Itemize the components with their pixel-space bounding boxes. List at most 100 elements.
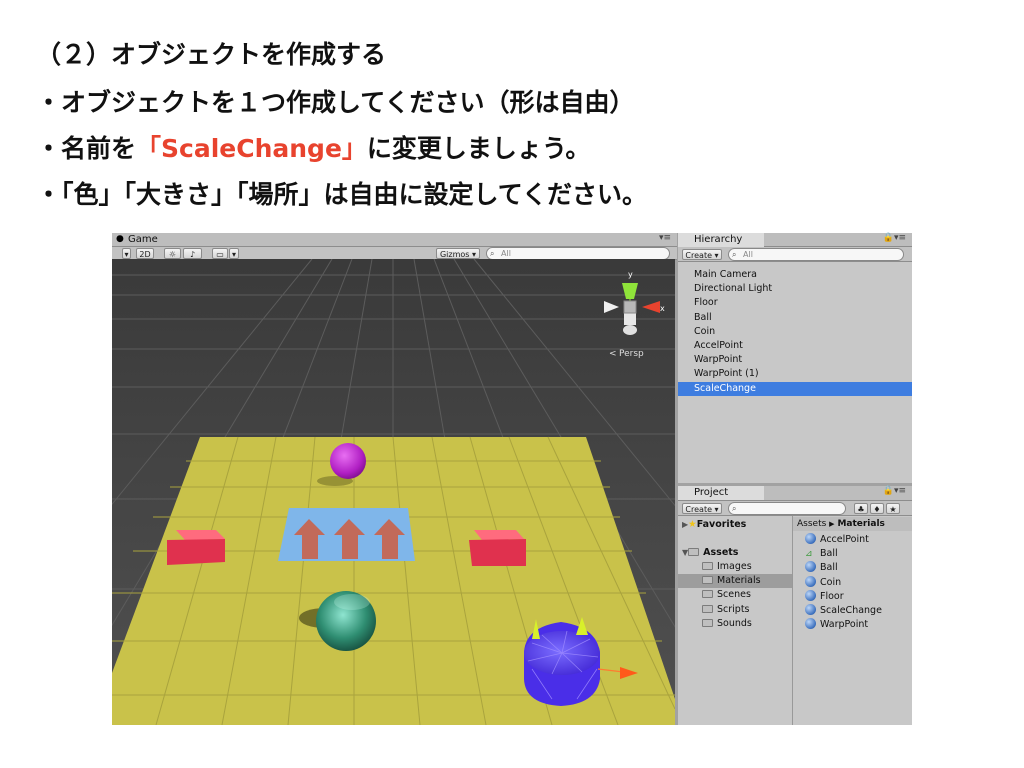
hierarchy-tab-bar: ☰ Hierarchy 🔒▾≡ <box>678 233 912 247</box>
hierarchy-create-button[interactable]: Create ▾ <box>682 249 722 260</box>
folder-item-materials[interactable]: Materials <box>678 574 792 588</box>
project-panel: ▤ Project 🔒▾≡ Create ▾ ⌕ ♣ ♦ ★ ▶★Favorit… <box>678 486 912 725</box>
material-item-ball-physic[interactable]: ⊿ Ball <box>805 547 838 561</box>
gizmos-button[interactable]: Gizmos ▾ <box>436 248 480 259</box>
perspective-chevron-icon: < <box>609 349 617 359</box>
game-tab[interactable]: Game <box>112 233 158 247</box>
gizmos-label: Gizmos <box>439 250 470 259</box>
project-tab-bar: ▤ Project 🔒▾≡ <box>678 486 912 501</box>
effects-dropdown[interactable]: ▾ <box>229 248 239 259</box>
hierarchy-item-coin[interactable]: Coin <box>678 325 912 339</box>
breadcrumb-root[interactable]: Assets <box>797 519 826 529</box>
lock-icon[interactable]: 🔒▾≡ <box>883 233 906 243</box>
material-label-ball-physic: Ball <box>820 548 838 559</box>
slide-heading: （２）オブジェクトを作成する <box>36 40 387 69</box>
hierarchy-item-accel-point[interactable]: AccelPoint <box>678 339 912 353</box>
folder-icon <box>702 619 713 627</box>
hierarchy-item-warp-point-1[interactable]: WarpPoint (1) <box>678 367 912 381</box>
image-effects-icon[interactable]: ▭ <box>212 248 228 259</box>
folder-item-scripts[interactable]: Scripts <box>702 603 750 617</box>
accel-point <box>278 508 415 561</box>
folder-item-scenes[interactable]: Scenes <box>702 588 751 602</box>
star-icon: ★ <box>688 519 697 530</box>
display-dropdown[interactable]: ▾ <box>122 248 131 259</box>
project-create-button[interactable]: Create ▾ <box>682 503 722 514</box>
toggle-2d-button[interactable]: 2D <box>136 248 154 259</box>
hierarchy-panel: ☰ Hierarchy 🔒▾≡ Create ▾ ⌕ All Main Camer… <box>678 233 912 483</box>
material-item-scale-change[interactable]: ScaleChange <box>805 604 882 618</box>
material-sphere-icon <box>805 604 816 615</box>
material-item-accel-point[interactable]: AccelPoint <box>805 533 869 547</box>
material-item-ball[interactable]: Ball <box>805 561 838 575</box>
folder-item-images[interactable]: Images <box>702 560 752 574</box>
panel-menu-icon[interactable]: ▾≡ <box>659 233 671 243</box>
instruction-create-object: ・オブジェクトを１つ作成してください（形は自由） <box>36 88 635 117</box>
search-icon: ⌕ <box>490 249 495 258</box>
unity-editor: ● Game ▾≡ ▾ 2D ☼ ♪ ▭ ▾ Gizmos ▾ ⌕ All y … <box>112 233 912 725</box>
assets-item[interactable]: ▼ Assets <box>682 546 738 560</box>
game-search-placeholder: All <box>501 249 511 258</box>
folder-label-images: Images <box>717 561 752 572</box>
favorites-item[interactable]: ▶★Favorites <box>682 518 746 532</box>
material-sphere-icon <box>805 561 816 572</box>
ball-object <box>330 443 366 479</box>
hierarchy-item-main-camera[interactable]: Main Camera <box>678 268 912 282</box>
filter-type-icon[interactable]: ♣ <box>854 503 868 514</box>
folder-icon <box>688 548 700 556</box>
folder-label-scenes: Scenes <box>717 589 751 600</box>
folder-label-sounds: Sounds <box>717 618 752 629</box>
object-name-highlight: 「ScaleChange」 <box>136 134 367 163</box>
material-label-accel-point: AccelPoint <box>820 534 869 545</box>
folder-icon <box>702 590 713 598</box>
perspective-label[interactable]: Persp <box>619 349 644 359</box>
hierarchy-search-placeholder: All <box>743 250 753 259</box>
instruction-properties: ・「色」「大きさ」「場所」は自由に設定してください。 <box>36 180 648 209</box>
material-label-coin: Coin <box>820 577 842 588</box>
material-label-ball: Ball <box>820 562 838 573</box>
material-label-scale-change: ScaleChange <box>820 605 882 616</box>
gizmo-y-label: y <box>628 270 633 279</box>
material-item-coin[interactable]: Coin <box>805 576 841 590</box>
project-breadcrumb: Assets ▶ Materials <box>793 517 912 531</box>
material-sphere-icon <box>805 618 816 629</box>
game-view[interactable]: y x < Persp <box>112 259 675 725</box>
search-icon: ⌕ <box>732 504 737 513</box>
material-label-floor: Floor <box>820 591 844 602</box>
hierarchy-item-scale-change[interactable]: ScaleChange <box>678 382 912 396</box>
breadcrumb-current[interactable]: Materials <box>837 519 884 529</box>
instruction-rename: ・名前を「ScaleChange」に変更しましょう。 <box>36 134 590 164</box>
folder-icon <box>702 562 713 570</box>
project-tab[interactable]: Project <box>678 486 764 500</box>
game-tab-bar: ● Game ▾≡ <box>112 233 677 247</box>
hierarchy-item-floor[interactable]: Floor <box>678 296 912 310</box>
physic-material-icon: ⊿ <box>805 549 813 559</box>
favorites-label: Favorites <box>696 519 747 530</box>
hierarchy-tab[interactable]: Hierarchy <box>678 233 764 247</box>
lock-icon[interactable]: 🔒▾≡ <box>883 486 906 496</box>
hierarchy-item-directional-light[interactable]: Directional Light <box>678 282 912 296</box>
hierarchy-create-label: Create <box>685 251 713 260</box>
scene-render: y x < Persp <box>112 259 675 725</box>
assets-label: Assets <box>703 547 739 558</box>
hierarchy-toolbar: Create ▾ ⌕ All <box>678 247 912 262</box>
breadcrumb-chevron-icon: ▶ <box>829 520 835 528</box>
project-toolbar: Create ▾ ⌕ ♣ ♦ ★ <box>678 501 912 516</box>
favorite-star-icon[interactable]: ★ <box>886 503 900 514</box>
folder-item-sounds[interactable]: Sounds <box>702 617 752 631</box>
project-divider <box>792 516 793 725</box>
folder-icon <box>702 605 713 613</box>
hierarchy-search-input[interactable]: ⌕ All <box>728 248 904 261</box>
folder-label-materials: Materials <box>717 575 761 586</box>
filter-label-icon[interactable]: ♦ <box>870 503 884 514</box>
folder-label-scripts: Scripts <box>717 604 750 615</box>
audio-icon[interactable]: ♪ <box>183 248 202 259</box>
hierarchy-item-ball[interactable]: Ball <box>678 311 912 325</box>
project-search-input[interactable]: ⌕ <box>728 502 846 515</box>
search-icon: ⌕ <box>732 250 737 259</box>
material-item-warp-point[interactable]: WarpPoint <box>805 618 868 632</box>
hierarchy-item-warp-point[interactable]: WarpPoint <box>678 353 912 367</box>
lighting-icon[interactable]: ☼ <box>164 248 181 259</box>
folder-icon <box>702 576 713 584</box>
instruction-rename-prefix: ・名前を <box>36 134 137 163</box>
material-item-floor[interactable]: Floor <box>805 590 844 604</box>
